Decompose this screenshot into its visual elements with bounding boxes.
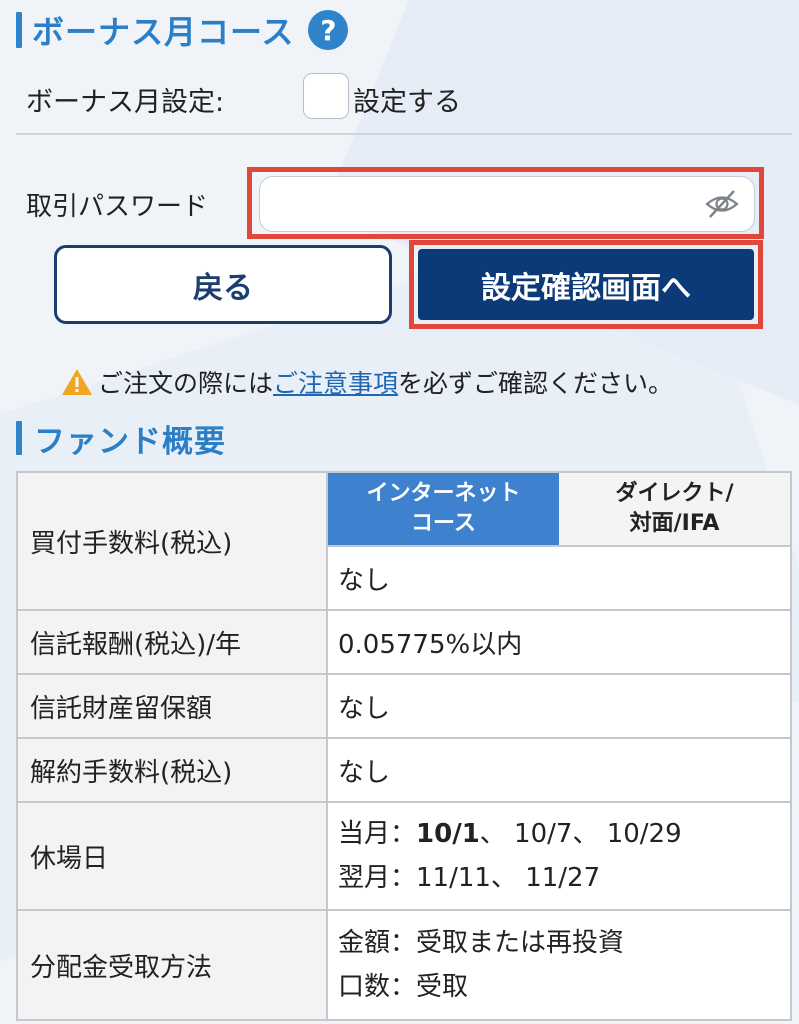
bonus-setting-label: ボーナス月設定:	[26, 87, 225, 118]
holidays-this-month: 当月：10/1、 10/7、 10/29	[338, 812, 790, 856]
page: ボーナス月コース ? ボーナス月設定: 設定する 取引パスワード 戻る 設定確認…	[0, 0, 799, 1024]
bonus-section-header: ボーナス月コース ?	[16, 8, 349, 52]
help-icon[interactable]: ?	[308, 10, 349, 50]
notice-text-before: ご注文の際には	[98, 369, 274, 398]
bonus-section-title: ボーナス月コース	[32, 13, 295, 51]
holidays-this-month-bold: 10/1	[416, 819, 480, 849]
table-row: 分配金受取方法 金額：受取または再投資 口数：受取	[16, 909, 792, 1021]
tab-internet-course[interactable]: インターネット コース	[328, 473, 559, 545]
cancel-fee-value: なし	[326, 737, 792, 803]
divider	[16, 133, 792, 135]
table-row: 信託財産留保額 なし	[16, 673, 792, 739]
holidays-next-month: 翌月：11/11、 11/27	[338, 863, 601, 893]
holidays-value: 当月：10/1、 10/7、 10/29 翌月：11/11、 11/27	[326, 801, 792, 911]
warning-icon	[62, 369, 92, 395]
retention-label: 信託財産留保額	[16, 673, 328, 739]
holidays-label: 休場日	[16, 801, 328, 911]
course-tabs-cell: インターネット コース ダイレクト/ 対面/IFA	[326, 471, 792, 547]
table-row: 休場日 当月：10/1、 10/7、 10/29 翌月：11/11、 11/27	[16, 801, 792, 911]
cancel-fee-label: 解約手数料(税込)	[16, 737, 328, 803]
password-label: 取引パスワード	[26, 192, 209, 222]
purchase-fee-value: なし	[326, 545, 792, 611]
fund-section-header: ファンド概要	[16, 418, 226, 460]
eye-slash-icon[interactable]	[704, 189, 740, 219]
fund-overview-table: 買付手数料(税込) インターネット コース ダイレクト/ 対面/IFA なし 信…	[16, 471, 792, 1021]
section-bar	[16, 421, 22, 455]
distribution-label: 分配金受取方法	[16, 909, 328, 1021]
confirm-settings-button[interactable]: 設定確認画面へ	[418, 249, 754, 320]
bonus-checkbox-label[interactable]: 設定する	[353, 80, 461, 119]
table-row: 買付手数料(税込) インターネット コース ダイレクト/ 対面/IFA	[16, 471, 792, 611]
bonus-setting-checkbox[interactable]	[303, 73, 349, 119]
retention-value: なし	[326, 673, 792, 739]
notice: ご注文の際には ご注意事項 を必ずご確認ください。	[60, 362, 760, 402]
notice-text-after: を必ずご確認ください。	[398, 369, 674, 398]
holidays-this-month-prefix: 当月：	[338, 819, 417, 849]
trust-fee-label: 信託報酬(税込)/年	[16, 609, 328, 675]
course-tabs: インターネット コース ダイレクト/ 対面/IFA	[328, 473, 790, 545]
distribution-line-amount: 金額：受取または再投資	[338, 928, 625, 958]
precautions-link[interactable]: ご注意事項	[273, 364, 398, 400]
tab-direct-ifa[interactable]: ダイレクト/ 対面/IFA	[559, 473, 790, 545]
password-input[interactable]	[259, 176, 755, 232]
holidays-this-month-rest: 、 10/7、 10/29	[479, 819, 682, 849]
distribution-line-units: 口数：受取	[338, 972, 469, 1002]
table-row: 解約手数料(税込) なし	[16, 737, 792, 803]
distribution-value: 金額：受取または再投資 口数：受取	[326, 909, 792, 1021]
fund-section-title: ファンド概要	[34, 423, 226, 460]
table-row: 信託報酬(税込)/年 0.05775%以内	[16, 609, 792, 675]
trust-fee-value: 0.05775%以内	[326, 609, 792, 675]
back-button[interactable]: 戻る	[54, 245, 392, 324]
purchase-fee-label: 買付手数料(税込)	[16, 471, 328, 611]
section-bar	[16, 12, 22, 48]
